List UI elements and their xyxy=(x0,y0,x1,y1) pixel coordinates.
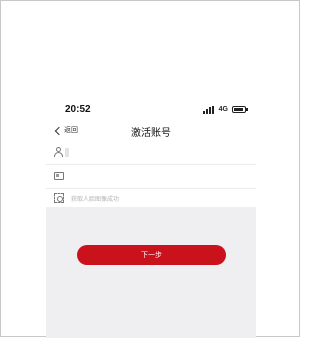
status-bar: 20:52 4G xyxy=(46,99,256,119)
status-indicators: 4G xyxy=(202,105,248,114)
face-status-text: 获取人脸图像成功 xyxy=(71,196,120,203)
username-input[interactable] xyxy=(65,148,69,157)
phone-screen: 20:52 4G 返回 激活账号 获取人脸图像成功 下一步 xyxy=(46,99,256,338)
id-card-icon xyxy=(54,172,64,180)
next-button[interactable]: 下一步 xyxy=(77,245,226,265)
battery-icon xyxy=(232,106,248,113)
face-verify-row[interactable]: 获取人脸图像成功 xyxy=(46,189,256,207)
user-icon xyxy=(54,147,64,157)
content-background xyxy=(46,207,256,338)
id-card-field[interactable] xyxy=(46,165,256,189)
network-label: 4G xyxy=(218,106,228,113)
nav-bar: 返回 激活账号 xyxy=(46,121,256,141)
signal-icon xyxy=(202,105,215,114)
screenshot-frame: 20:52 4G 返回 激活账号 获取人脸图像成功 下一步 xyxy=(0,0,300,338)
status-time: 20:52 xyxy=(65,104,91,115)
face-scan-icon xyxy=(54,193,64,203)
username-field[interactable] xyxy=(46,141,256,165)
page-title: 激活账号 xyxy=(131,128,171,139)
